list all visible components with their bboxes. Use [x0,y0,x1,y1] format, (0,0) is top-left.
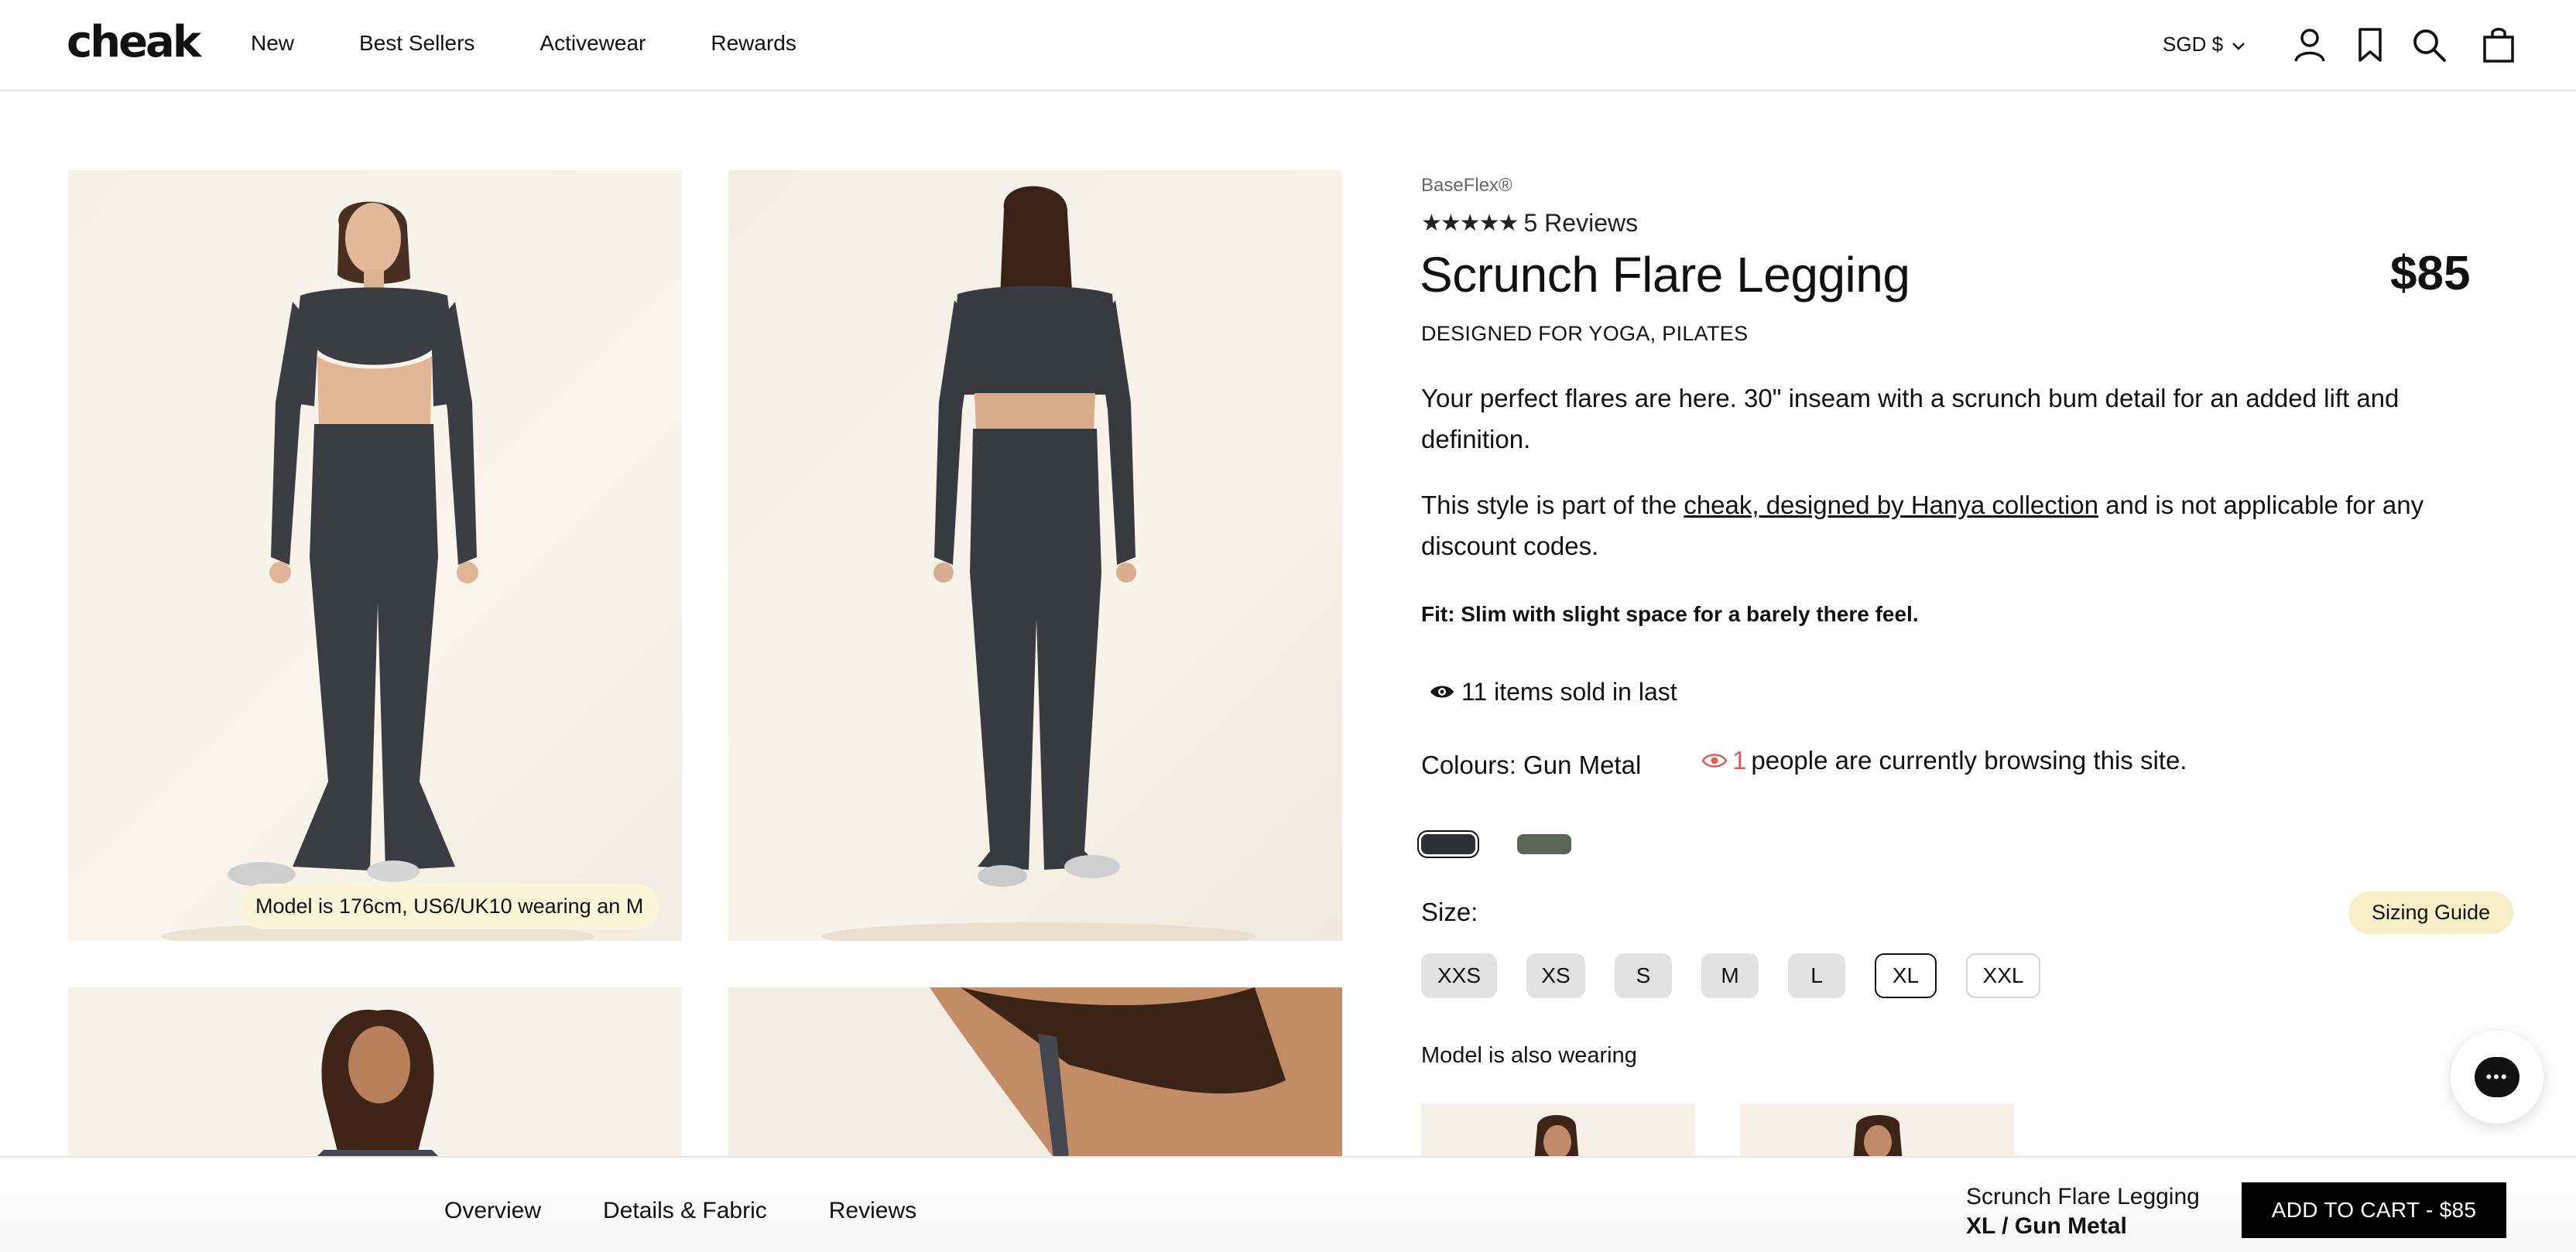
product-image-back[interactable] [728,170,1342,941]
browsing-count: 1 [1732,746,1747,775]
size-xs[interactable]: XS [1526,953,1585,998]
sizing-guide-button[interactable]: Sizing Guide [2348,891,2514,934]
swatch-olive[interactable] [1517,834,1571,854]
tab-details-fabric[interactable]: Details & Fabric [603,1198,767,1224]
eye-icon [1701,746,1728,775]
colour-label: Colours: Gun Metal [1421,751,1642,779]
product-image-3[interactable] [68,987,682,1158]
fit-note: Fit: Slim with slight space for a barely… [1421,602,1919,626]
reviews-count: 5 Reviews [1523,209,1639,237]
bag-icon[interactable] [2475,22,2522,68]
size-m[interactable]: M [1701,953,1759,998]
nav-new[interactable]: New [251,31,294,56]
collection-note: This style is part of the cheak, designe… [1421,484,2489,566]
size-s[interactable]: S [1615,953,1672,998]
eye-icon [1429,678,1455,706]
also-wearing-label: Model is also wearing [1421,1043,1637,1068]
browsing-text: people are currently browsing this site. [1751,746,2187,775]
product-price: $85 [2390,247,2471,300]
size-l[interactable]: L [1788,953,1845,998]
sold-text: 11 items sold in last [1461,678,1677,706]
sticky-variant: XL / Gun Metal [1966,1213,2127,1239]
size-xxs[interactable]: XXS [1421,953,1497,998]
nav-activewear[interactable]: Activewear [540,31,646,56]
sticky-product-name: Scrunch Flare Legging [1966,1184,2200,1209]
chat-widget-button[interactable]: ••• [2451,1031,2543,1124]
collection-prefix: This style is part of the [1421,491,1684,519]
section-tabs: Overview Details & Fabric Reviews [444,1198,978,1224]
product-title: Scrunch Flare Legging [1420,247,1910,303]
model-size-caption: Model is 176cm, US6/UK10 wearing an M [240,884,659,929]
product-image-front[interactable] [68,170,682,941]
bookmark-icon[interactable] [2347,22,2393,68]
reviews-summary[interactable]: ★★★★★ 5 Reviews [1421,209,1638,238]
designed-for: DESIGNED FOR YOGA, PILATES [1421,322,1749,345]
nav-best-sellers[interactable]: Best Sellers [359,31,474,56]
product-image-4[interactable] [728,987,1342,1158]
main-nav: New Best Sellers Activewear Rewards [251,31,862,56]
swatch-gun-metal[interactable] [1421,834,1475,854]
size-xxl[interactable]: XXL [1966,953,2040,998]
size-label: Size: [1421,898,1478,926]
sticky-cart-bar: Overview Details & Fabric Reviews Scrunc… [0,1156,2576,1252]
site-header: cheak New Best Sellers Activewear Reward… [0,0,2576,91]
tab-overview[interactable]: Overview [444,1198,541,1224]
browsing-indicator: 1 people are currently browsing this sit… [1701,746,2187,775]
chevron-down-icon [2231,32,2246,56]
size-selector: XXS XS S M L XL XXL [1421,953,2070,998]
star-rating-icon: ★★★★★ [1421,210,1519,236]
add-to-cart-button[interactable]: ADD TO CART - $85 [2242,1182,2506,1238]
sold-indicator: 11 items sold in last [1429,678,1677,706]
nav-rewards[interactable]: Rewards [711,31,796,56]
search-icon[interactable] [2406,22,2452,68]
size-xl[interactable]: XL [1875,953,1937,998]
product-brand: BaseFlex® [1421,175,1512,196]
currency-selector[interactable]: SGD $ [2163,32,2246,56]
currency-label: SGD $ [2163,32,2224,56]
logo[interactable]: cheak [67,17,201,67]
collection-link[interactable]: cheak, designed by Hanya collection [1684,491,2098,519]
product-description: Your perfect flares are here. 30" inseam… [1421,384,2400,453]
chat-bubble-icon: ••• [2475,1057,2519,1097]
account-icon[interactable] [2287,22,2333,68]
tab-reviews[interactable]: Reviews [829,1198,916,1224]
